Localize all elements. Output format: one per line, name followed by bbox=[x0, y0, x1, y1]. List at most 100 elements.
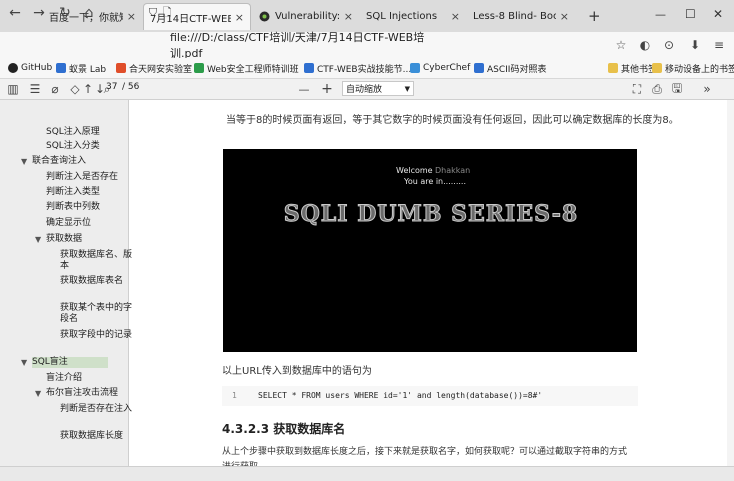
zoom-value: 自动缩放 bbox=[346, 85, 383, 95]
bookmark-ctf-web[interactable]: CTF-WEB实战技能节... bbox=[304, 61, 411, 75]
zoom-in-button[interactable]: + bbox=[320, 81, 334, 97]
page-total: / 56 bbox=[122, 82, 140, 92]
tab-label: Less-8 Blind- Boolian bbox=[473, 11, 556, 22]
outline-item[interactable]: ▼ SQL盲注 bbox=[21, 357, 108, 368]
outline-item-label: SQL注入原理 bbox=[46, 127, 100, 137]
menu-icon[interactable]: ≡ bbox=[710, 36, 728, 54]
new-tab-button[interactable]: + bbox=[588, 7, 601, 25]
dvwa-favicon-icon bbox=[258, 11, 270, 23]
expand-toggle-icon[interactable]: ▼ bbox=[35, 388, 41, 399]
bookmark-label: CTF-WEB实战技能节... bbox=[317, 64, 412, 75]
extension-icon[interactable]: ◐ bbox=[636, 36, 654, 54]
outline-item-label: SQL盲注 bbox=[32, 357, 68, 367]
outline-item[interactable]: 判断表中列数 bbox=[46, 202, 100, 213]
bookmark-label: 蚁景 Lab bbox=[69, 64, 107, 75]
outline-item[interactable]: 判断注入类型 bbox=[46, 187, 100, 198]
outline-item-label: SQL注入分类 bbox=[46, 141, 100, 151]
paragraph: 从上个步骤中获取到数据库长度之后，接下来就是获取名字，如何获取呢？可以通过截取字… bbox=[222, 447, 628, 457]
expand-toggle-icon[interactable]: ▼ bbox=[35, 234, 41, 245]
folder-icon bbox=[608, 63, 618, 73]
expand-toggle-icon[interactable]: ▼ bbox=[21, 156, 27, 167]
outline-item[interactable]: ▼ 联合查询注入 bbox=[21, 156, 87, 167]
outline-item[interactable]: 获取数据库名、版本 bbox=[60, 250, 132, 272]
code-block: 1 SELECT * FROM users WHERE id='1' and l… bbox=[222, 386, 638, 406]
bookmark-ascii[interactable]: ASCII码对照表 bbox=[474, 61, 546, 75]
maximize-button[interactable]: ☐ bbox=[685, 7, 696, 21]
outline-item[interactable]: 盲注介绍 bbox=[46, 373, 82, 384]
bookmark-star-icon[interactable]: ☆ bbox=[612, 36, 630, 54]
zoom-select[interactable]: 自动缩放 ▼ bbox=[342, 81, 414, 96]
page-scrollbar[interactable] bbox=[727, 100, 734, 466]
screenshot-figure: Welcome Dhakkan You are in......... SQLI… bbox=[223, 149, 637, 352]
bookmark-hetian[interactable]: 合天网安实验室 bbox=[116, 61, 192, 75]
print-icon[interactable]: ⎙ bbox=[650, 81, 664, 97]
web-training-icon bbox=[194, 63, 204, 73]
tab-close-icon[interactable]: × bbox=[235, 11, 244, 24]
address-bar[interactable]: file:///D:/class/CTF培训/天津/7月14日CTF-WEB培训… bbox=[170, 31, 440, 60]
expand-toggle-icon[interactable]: ▼ bbox=[21, 357, 27, 368]
outline-item[interactable]: 获取某个表中的字段名 bbox=[60, 303, 132, 325]
outline-item[interactable]: SQL注入分类 bbox=[46, 141, 100, 152]
outline-item[interactable]: 获取数据库表名 bbox=[60, 276, 132, 287]
prev-page-icon[interactable]: ↑ bbox=[82, 81, 94, 97]
bookmark-other[interactable]: 其他书签 bbox=[608, 61, 657, 75]
you-are-in-text: You are in......... bbox=[404, 177, 466, 186]
page-number-input[interactable]: 37 bbox=[106, 82, 117, 92]
minimize-button[interactable]: — bbox=[655, 8, 666, 21]
outline-item-label: 布尔盲注攻击流程 bbox=[46, 388, 119, 398]
section-heading: 4.3.2.3 获取数据库名 bbox=[222, 422, 346, 436]
layers-icon[interactable]: ◇ bbox=[68, 81, 82, 97]
save-icon[interactable]: 🖫 bbox=[670, 81, 684, 97]
page-info-icon[interactable]: 🗋 bbox=[158, 4, 176, 22]
outline-item[interactable]: SQL注入原理 bbox=[46, 127, 100, 138]
bookmark-github[interactable]: GitHub bbox=[8, 61, 52, 75]
outline-item-label: 获取数据库长度 bbox=[60, 431, 124, 441]
outline-item-label: 判断注入类型 bbox=[46, 187, 101, 197]
outline-item[interactable]: 确定显示位 bbox=[46, 218, 91, 229]
bookmark-cyberchef[interactable]: CyberChef bbox=[410, 61, 470, 75]
outline-item[interactable]: 判断是否存在注入 bbox=[60, 404, 132, 415]
forward-icon[interactable]: → bbox=[30, 4, 48, 22]
tools-icon[interactable]: » bbox=[700, 81, 714, 97]
outline-item-label: 判断表中列数 bbox=[46, 202, 101, 212]
outline-item[interactable]: 获取数据库长度 bbox=[60, 431, 132, 442]
outline-item[interactable]: ▼ 获取数据 bbox=[35, 234, 82, 245]
outline-item-label: 盲注介绍 bbox=[46, 373, 83, 383]
outline-icon[interactable]: ☰ bbox=[28, 81, 42, 97]
user-text: Dhakkan bbox=[435, 166, 471, 175]
account-icon[interactable]: ⊙ bbox=[660, 36, 678, 54]
paragraph: 以上URL传入到数据库中的语句为 bbox=[222, 366, 372, 377]
download-icon[interactable]: ⬇ bbox=[686, 36, 704, 54]
tab-close-icon[interactable]: × bbox=[560, 10, 569, 23]
bookmark-label: ASCII码对照表 bbox=[487, 64, 547, 75]
presentation-icon[interactable]: ⛶ bbox=[630, 81, 644, 97]
bookmark-label: 合天网安实验室 bbox=[129, 64, 193, 75]
bookmark-mobile[interactable]: 移动设备上的书签 bbox=[652, 61, 734, 75]
bookmark-label: 移动设备上的书签 bbox=[665, 64, 734, 75]
outline-item[interactable]: 判断注入是否存在 bbox=[46, 172, 118, 183]
outline-item[interactable]: ▼ 布尔盲注攻击流程 bbox=[35, 388, 119, 399]
github-icon bbox=[8, 63, 18, 73]
tab-close-icon[interactable]: × bbox=[451, 10, 460, 23]
tab-sql-injections[interactable]: SQL Injections × bbox=[360, 3, 466, 30]
next-page-icon[interactable]: ↓ bbox=[94, 81, 106, 97]
code-text: SELECT * FROM users WHERE id='1' and len… bbox=[258, 391, 543, 400]
close-window-button[interactable]: ✕ bbox=[713, 7, 723, 21]
outline-item[interactable]: 获取字段中的记录 bbox=[60, 330, 132, 341]
outline-item-label: 联合查询注入 bbox=[32, 156, 87, 166]
attachment-icon[interactable]: ⌀ bbox=[48, 81, 62, 97]
bookmark-mijing[interactable]: 蚁景 Lab bbox=[56, 61, 106, 75]
tab-dvwa[interactable]: Vulnerability: SQL × bbox=[252, 3, 359, 30]
back-icon[interactable]: ← bbox=[6, 4, 24, 22]
paragraph: 当等于8的时候页面有返回，等于其它数字的时候页面没有任何返回，因此可以确定数据库… bbox=[226, 115, 679, 126]
zoom-out-button[interactable]: — bbox=[298, 81, 310, 97]
bookmark-web-training[interactable]: Web安全工程师特训班 bbox=[194, 61, 299, 75]
tab-close-icon[interactable]: × bbox=[344, 10, 353, 23]
home-icon[interactable]: ⌂ bbox=[80, 4, 98, 22]
sidebar-toggle-icon[interactable]: ▥ bbox=[6, 81, 20, 97]
tab-less8[interactable]: Less-8 Blind- Boolian × bbox=[467, 3, 575, 30]
reload-icon[interactable]: ↻ bbox=[56, 4, 74, 22]
tab-close-icon[interactable]: × bbox=[127, 10, 136, 23]
url-text: file:///D:/class/CTF培训/天津/7月14日CTF-WEB培训… bbox=[170, 31, 425, 60]
status-strip bbox=[0, 466, 734, 481]
